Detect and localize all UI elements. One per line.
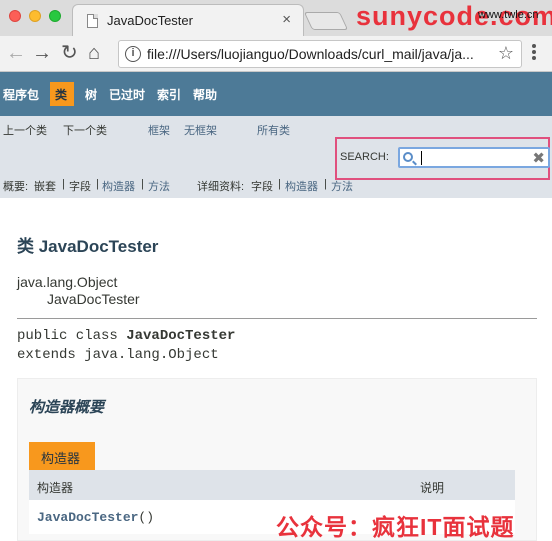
search-input[interactable]: ✖ bbox=[398, 147, 550, 168]
tab-title: JavaDocTester bbox=[107, 13, 193, 28]
browser-tab[interactable]: JavaDocTester × bbox=[72, 4, 304, 36]
class-signature: public class JavaDocTester bbox=[17, 328, 235, 344]
inheritance-parent: java.lang.Object bbox=[17, 274, 118, 290]
address-bar[interactable]: i file:///Users/luojianguo/Downloads/cur… bbox=[118, 40, 522, 68]
detail-constructor-link[interactable]: 构造器 bbox=[285, 178, 318, 194]
separator: | bbox=[96, 178, 99, 190]
text-caret bbox=[421, 151, 422, 165]
inheritance-child: JavaDocTester bbox=[47, 291, 140, 307]
divider bbox=[17, 318, 537, 319]
browser-toolbar: ← → ↻ ⌂ i file:///Users/luojianguo/Downl… bbox=[0, 36, 552, 72]
watermark-small: www.twle.cn bbox=[478, 9, 539, 21]
summary-constructor-link[interactable]: 构造器 bbox=[102, 178, 135, 194]
summary-method-link[interactable]: 方法 bbox=[148, 178, 170, 194]
page-title: 类 JavaDocTester bbox=[17, 237, 159, 256]
frames-link[interactable]: 框架 bbox=[148, 122, 170, 138]
search-icon bbox=[403, 152, 413, 162]
column-header-description: 说明 bbox=[420, 481, 445, 495]
home-icon[interactable]: ⌂ bbox=[88, 42, 100, 64]
table-caption-label: 构造器 bbox=[41, 451, 81, 466]
menu-dots-icon[interactable] bbox=[532, 44, 536, 62]
bottom-watermark: 公众号：疯狂IT面试题 bbox=[276, 514, 515, 540]
top-nav: 程序包 类 树 已过时 索引 帮助 bbox=[0, 72, 552, 116]
reset-icon[interactable]: ✖ bbox=[532, 149, 545, 167]
search-label: SEARCH: bbox=[340, 151, 389, 163]
nav-class-active: 类 bbox=[50, 82, 74, 106]
class-extends: extends java.lang.Object bbox=[17, 347, 219, 363]
separator: | bbox=[324, 178, 327, 190]
column-header-constructor: 构造器 bbox=[37, 481, 74, 495]
detail-label: 详细资料: bbox=[197, 181, 245, 193]
url-text[interactable]: file:///Users/luojianguo/Downloads/curl_… bbox=[147, 46, 493, 62]
table-header: 构造器 说明 bbox=[29, 470, 515, 500]
separator: | bbox=[62, 178, 65, 190]
nav-index[interactable]: 索引 bbox=[157, 86, 181, 103]
constructor-cell: JavaDocTester() bbox=[37, 510, 154, 525]
maximize-window-button[interactable] bbox=[49, 10, 61, 22]
constructor-link[interactable]: JavaDocTester bbox=[37, 510, 138, 525]
table-caption: 构造器 bbox=[29, 442, 95, 470]
constructor-parens: () bbox=[138, 510, 155, 525]
summary-label: 概要: bbox=[3, 181, 29, 193]
minimize-window-button[interactable] bbox=[29, 10, 41, 22]
next-class-link[interactable]: 下一个类 bbox=[63, 122, 107, 138]
bookmark-star-icon[interactable]: ☆ bbox=[498, 43, 514, 64]
constructor-summary-heading: 构造器概要 bbox=[29, 399, 105, 416]
document-icon bbox=[87, 14, 98, 28]
info-icon[interactable]: i bbox=[125, 46, 141, 62]
reload-icon[interactable]: ↻ bbox=[61, 42, 78, 64]
detail-field: 字段 bbox=[251, 181, 273, 193]
nav-deprecated[interactable]: 已过时 bbox=[109, 86, 145, 103]
nav-tree[interactable]: 树 bbox=[85, 86, 97, 103]
signature-prefix: public class bbox=[17, 328, 127, 344]
all-classes-link[interactable]: 所有类 bbox=[257, 122, 290, 138]
prev-class-link[interactable]: 上一个类 bbox=[3, 122, 47, 138]
tab-close-icon[interactable]: × bbox=[282, 11, 291, 28]
forward-arrow-icon[interactable]: → bbox=[32, 42, 52, 64]
signature-class-name: JavaDocTester bbox=[126, 328, 236, 344]
summary-field: 字段 bbox=[69, 181, 91, 193]
no-frames-link[interactable]: 无框架 bbox=[184, 122, 217, 138]
back-arrow-icon[interactable]: ← bbox=[6, 42, 26, 64]
nav-package[interactable]: 程序包 bbox=[3, 86, 39, 103]
new-tab-button[interactable] bbox=[303, 12, 349, 30]
separator: | bbox=[141, 178, 144, 190]
detail-method-link[interactable]: 方法 bbox=[331, 178, 353, 194]
summary-nested: 嵌套 bbox=[34, 181, 56, 193]
separator: | bbox=[278, 178, 281, 190]
nav-class-label: 类 bbox=[55, 88, 68, 102]
close-window-button[interactable] bbox=[9, 10, 21, 22]
nav-help[interactable]: 帮助 bbox=[193, 86, 217, 103]
tab-bar: JavaDocTester × sunycode.com www.twle.cn bbox=[0, 0, 552, 36]
